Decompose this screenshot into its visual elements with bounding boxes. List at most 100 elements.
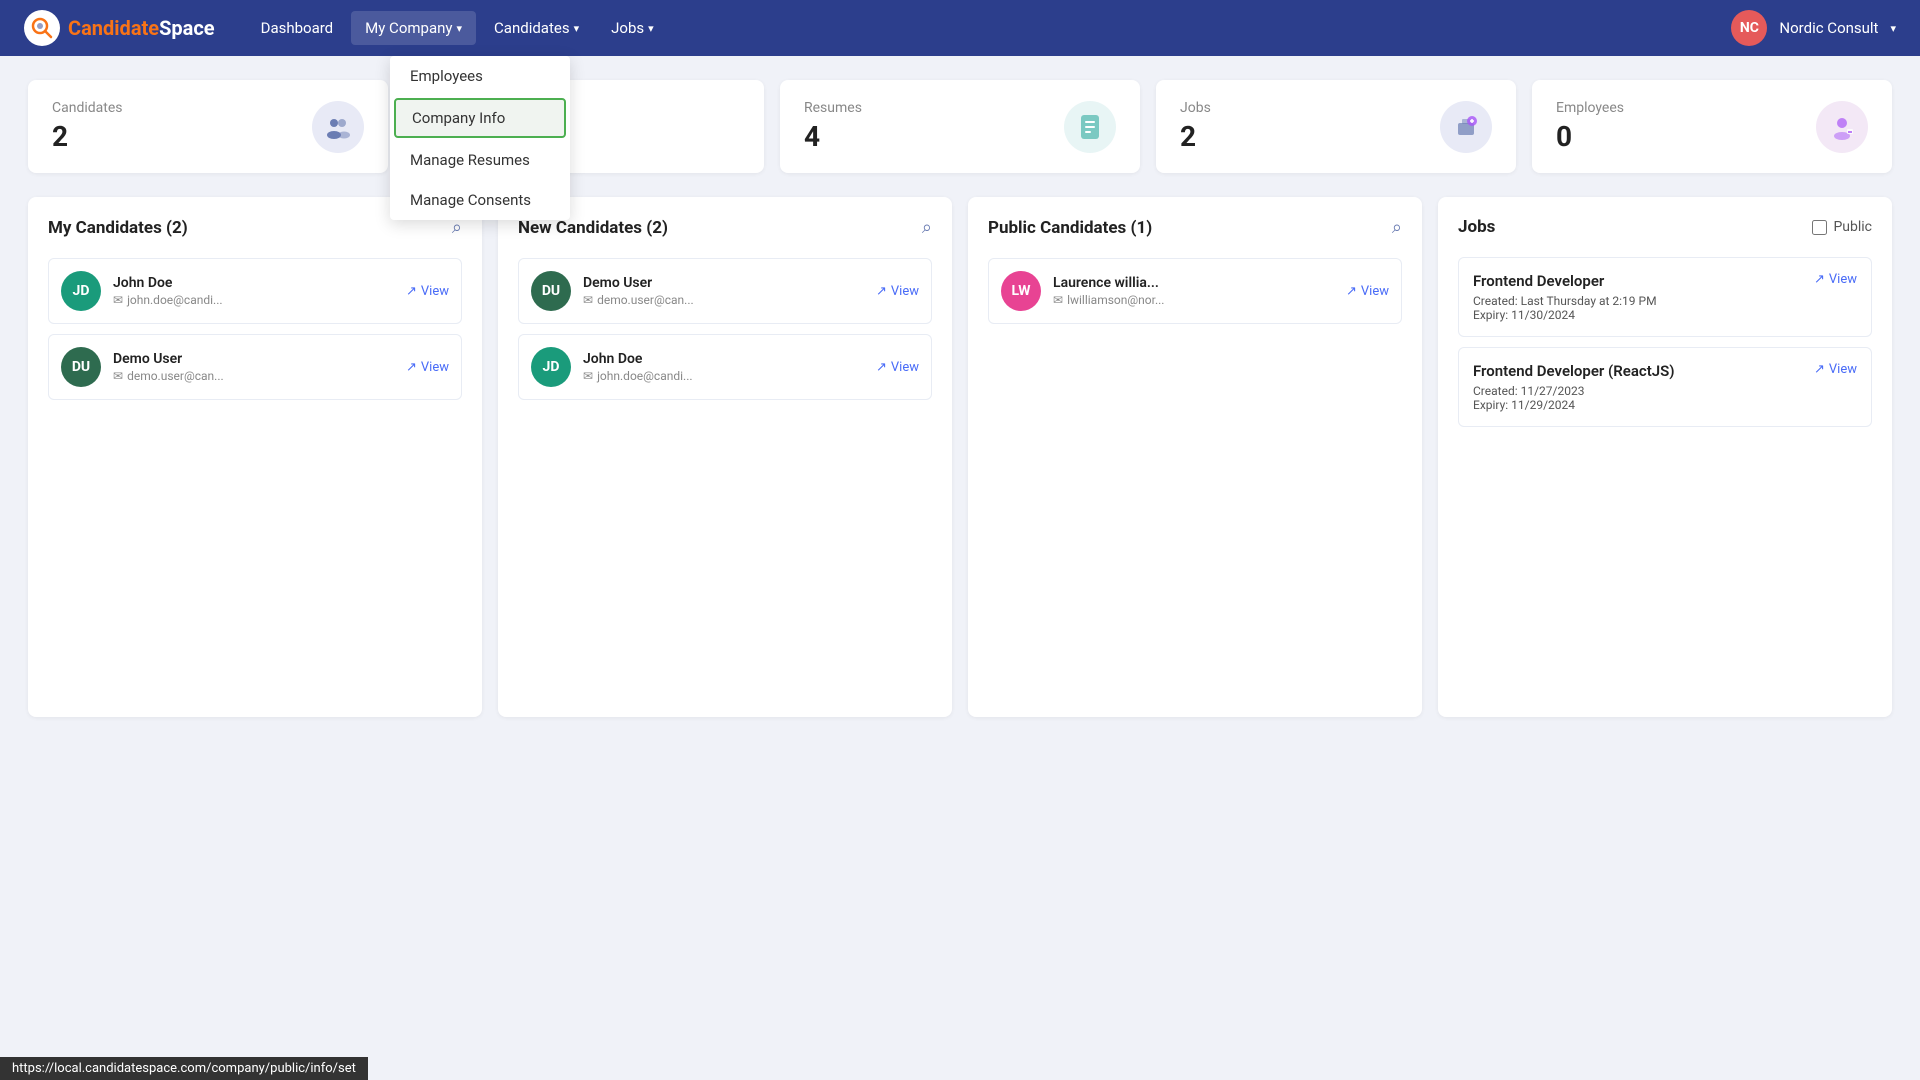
nav-dashboard[interactable]: Dashboard — [247, 11, 348, 45]
view-link-lw[interactable]: ↗ View — [1346, 284, 1389, 299]
stat-card-resumes: Resumes 4 — [780, 80, 1140, 173]
navbar: CandidateSpace Dashboard My Company ▾ Ca… — [0, 0, 1920, 56]
chevron-down-icon: ▾ — [1890, 22, 1896, 35]
panel-title-jobs: Jobs — [1458, 217, 1495, 237]
avatar-du: DU — [61, 347, 101, 387]
candidate-email: ✉ lwilliamson@nor... — [1053, 293, 1164, 307]
public-checkbox[interactable] — [1812, 220, 1827, 235]
nav-jobs[interactable]: Jobs ▾ — [597, 11, 668, 45]
search-icon-public-candidates[interactable]: ⌕ — [1392, 217, 1402, 238]
panel-my-candidates: My Candidates (2) ⌕ JD John Doe ✉ john.d… — [28, 197, 482, 717]
candidate-name: John Doe — [113, 275, 223, 291]
email-icon: ✉ — [113, 369, 123, 383]
search-icon-new-candidates[interactable]: ⌕ — [922, 217, 932, 238]
job-title-0: Frontend Developer — [1473, 272, 1657, 290]
panel-header-my-candidates: My Candidates (2) ⌕ — [48, 217, 462, 238]
search-icon-my-candidates[interactable]: ⌕ — [452, 217, 462, 238]
candidate-name: John Doe — [583, 351, 693, 367]
candidates-icon — [312, 101, 364, 153]
stat-value-jobs: 2 — [1180, 120, 1211, 153]
candidate-email: ✉ demo.user@can... — [113, 369, 224, 383]
dropdown-item-manage-consents[interactable]: Manage Consents — [390, 180, 570, 220]
email-icon: ✉ — [1053, 293, 1063, 307]
chevron-down-icon: ▾ — [648, 22, 654, 35]
external-link-icon: ↗ — [406, 284, 417, 299]
email-icon: ✉ — [583, 293, 593, 307]
stat-label-employees: Employees — [1556, 100, 1624, 116]
candidate-item-new-du: DU Demo User ✉ demo.user@can... ↗ View — [518, 258, 932, 324]
view-link-jd[interactable]: ↗ View — [406, 284, 449, 299]
nav-links: Dashboard My Company ▾ Candidates ▾ Jobs… — [247, 11, 1732, 45]
avatar-jd-new: JD — [531, 347, 571, 387]
view-link-du[interactable]: ↗ View — [406, 360, 449, 375]
panel-jobs: Jobs Public Frontend Developer Created: … — [1438, 197, 1892, 717]
external-link-icon: ↗ — [876, 360, 887, 375]
chevron-down-icon: ▾ — [457, 22, 463, 35]
candidate-item-jd: JD John Doe ✉ john.doe@candi... ↗ View — [48, 258, 462, 324]
view-link-new-du[interactable]: ↗ View — [876, 284, 919, 299]
employees-icon — [1816, 101, 1868, 153]
dropdown-item-employees[interactable]: Employees — [390, 56, 570, 96]
stats-row: Candidates 2 Requests 0 Res — [28, 80, 1892, 173]
external-link-icon: ↗ — [1346, 284, 1357, 299]
stat-label-jobs: Jobs — [1180, 100, 1211, 116]
candidate-name: Laurence willia... — [1053, 275, 1164, 291]
view-link-job-0[interactable]: ↗ View — [1814, 272, 1857, 287]
panel-new-candidates: New Candidates (2) ⌕ DU Demo User ✉ demo… — [498, 197, 952, 717]
panel-title-my-candidates: My Candidates (2) — [48, 218, 188, 238]
view-link-job-1[interactable]: ↗ View — [1814, 362, 1857, 377]
stat-value-employees: 0 — [1556, 120, 1624, 153]
candidate-item-du: DU Demo User ✉ demo.user@can... ↗ View — [48, 334, 462, 400]
public-checkbox-label[interactable]: Public — [1812, 219, 1872, 235]
panel-header-jobs: Jobs Public — [1458, 217, 1872, 237]
job-item-1: Frontend Developer (ReactJS) Created: 11… — [1458, 347, 1872, 427]
avatar-du-new: DU — [531, 271, 571, 311]
stat-value-resumes: 4 — [804, 120, 862, 153]
brand-icon — [24, 10, 60, 46]
user-avatar: NC — [1731, 10, 1767, 46]
resumes-icon — [1064, 101, 1116, 153]
nav-my-company[interactable]: My Company ▾ — [351, 11, 476, 45]
dropdown-item-company-info[interactable]: Company Info — [394, 98, 566, 138]
panel-header-new-candidates: New Candidates (2) ⌕ — [518, 217, 932, 238]
email-icon: ✉ — [583, 369, 593, 383]
external-link-icon: ↗ — [406, 360, 417, 375]
candidate-item-new-jd: JD John Doe ✉ john.doe@candi... ↗ View — [518, 334, 932, 400]
brand-name: CandidateSpace — [68, 16, 215, 40]
nav-user-area[interactable]: NC Nordic Consult ▾ — [1731, 10, 1896, 46]
dropdown-item-manage-resumes[interactable]: Manage Resumes — [390, 140, 570, 180]
jobs-icon — [1440, 101, 1492, 153]
candidate-email: ✉ john.doe@candi... — [113, 293, 223, 307]
stat-value-candidates: 2 — [52, 120, 123, 153]
status-bar: https://local.candidatespace.com/company… — [0, 1057, 368, 1080]
panel-header-public-candidates: Public Candidates (1) ⌕ — [988, 217, 1402, 238]
avatar-jd: JD — [61, 271, 101, 311]
my-company-dropdown: Employees Company Info Manage Resumes Ma… — [390, 56, 570, 220]
job-title-1: Frontend Developer (ReactJS) — [1473, 362, 1675, 380]
panel-title-new-candidates: New Candidates (2) — [518, 218, 668, 238]
brand-logo-area[interactable]: CandidateSpace — [24, 10, 215, 46]
candidate-email: ✉ john.doe@candi... — [583, 369, 693, 383]
stat-card-employees: Employees 0 — [1532, 80, 1892, 173]
candidate-email: ✉ demo.user@can... — [583, 293, 694, 307]
main-content: Candidates 2 Requests 0 Res — [0, 56, 1920, 741]
candidate-name: Demo User — [113, 351, 224, 367]
stat-card-candidates: Candidates 2 — [28, 80, 388, 173]
external-link-icon: ↗ — [1814, 362, 1825, 377]
external-link-icon: ↗ — [1814, 272, 1825, 287]
stat-card-jobs: Jobs 2 — [1156, 80, 1516, 173]
avatar-lw: LW — [1001, 271, 1041, 311]
email-icon: ✉ — [113, 293, 123, 307]
panel-public-candidates: Public Candidates (1) ⌕ LW Laurence will… — [968, 197, 1422, 717]
stat-label-resumes: Resumes — [804, 100, 862, 116]
external-link-icon: ↗ — [876, 284, 887, 299]
chevron-down-icon: ▾ — [574, 22, 580, 35]
candidate-name: Demo User — [583, 275, 694, 291]
panel-title-public-candidates: Public Candidates (1) — [988, 218, 1152, 238]
job-item-0: Frontend Developer Created: Last Thursda… — [1458, 257, 1872, 337]
candidate-item-lw: LW Laurence willia... ✉ lwilliamson@nor.… — [988, 258, 1402, 324]
view-link-new-jd[interactable]: ↗ View — [876, 360, 919, 375]
stat-label-candidates: Candidates — [52, 100, 123, 116]
panels-row: My Candidates (2) ⌕ JD John Doe ✉ john.d… — [28, 197, 1892, 717]
nav-candidates[interactable]: Candidates ▾ — [480, 11, 593, 45]
